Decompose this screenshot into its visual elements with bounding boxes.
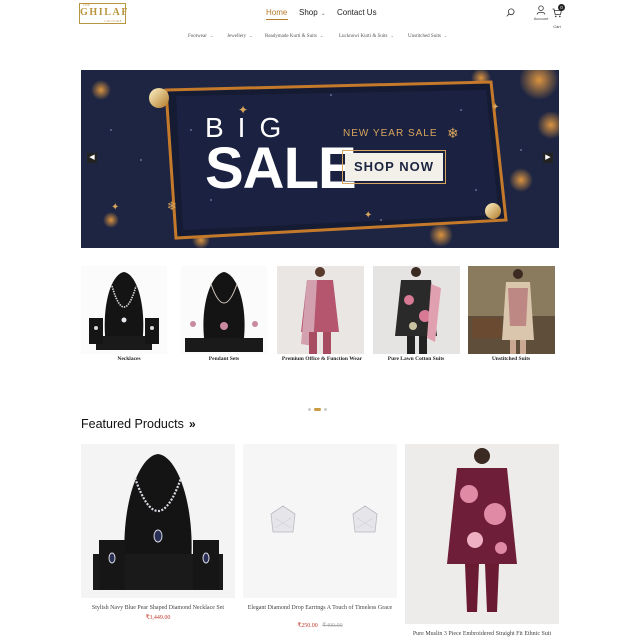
product-image[interactable] <box>405 444 559 624</box>
nav-shop-label: Shop <box>299 8 318 17</box>
svg-text:✦: ✦ <box>491 102 499 113</box>
nav-contact[interactable]: Contact Us <box>337 8 377 17</box>
category-tile-necklaces[interactable] <box>81 266 167 354</box>
catnav-label: Readymade Kurti & Suits <box>265 34 317 39</box>
cart-label: Cart <box>553 24 561 29</box>
category-tile-unstitched[interactable] <box>468 266 555 354</box>
cart-count-badge: 0 <box>558 4 565 11</box>
account-button[interactable]: Account <box>532 5 550 21</box>
category-label[interactable]: Unstitched Suits <box>466 355 556 363</box>
lawn-cotton-image <box>373 266 460 354</box>
chevron-down-icon: ⌄ <box>390 33 394 38</box>
necklace-product-image <box>81 444 235 598</box>
product-price: ₹250.00 ₹400.00 <box>243 622 397 629</box>
carousel-dots <box>308 408 327 411</box>
cart-button[interactable]: 0 Cart <box>550 4 565 29</box>
category-label[interactable]: Pure Lawn Cotton Suits <box>371 355 461 363</box>
catnav-footwear[interactable]: Footwear ⌄ <box>188 33 213 39</box>
double-chevron-right-icon[interactable]: » <box>189 417 196 431</box>
catnav-label: Lucknowi Kurti & Suits <box>339 34 388 39</box>
category-tile-office-wear[interactable] <box>277 266 364 354</box>
catnav-unstitched[interactable]: Unstitched Suits ⌄ <box>408 33 447 39</box>
product-image[interactable] <box>81 444 235 598</box>
catnav-label: Unstitched Suits <box>408 34 441 39</box>
chevron-down-icon: ⌄ <box>319 33 324 38</box>
catnav-readymade[interactable]: Readymade Kurti & Suits ⌄ <box>265 33 323 39</box>
category-nav: Footwear ⌄ Jewellery ⌄ Readymade Kurti & S… <box>0 33 640 45</box>
category-label[interactable]: Necklaces <box>81 355 177 363</box>
category-tile-pendant-sets[interactable] <box>181 266 267 354</box>
hero-banner[interactable]: ✦ ❄ ❄ ✦ ✦ ✦ BIG SALE NEW YEAR SALE SHOP … <box>81 70 559 248</box>
svg-text:✦: ✦ <box>111 202 119 213</box>
carousel-dot[interactable] <box>308 408 311 411</box>
account-label: Account <box>533 16 549 21</box>
chevron-left-icon[interactable]: ◀ <box>87 153 97 163</box>
catnav-lucknowi[interactable]: Lucknowi Kurti & Suits ⌄ <box>339 33 394 39</box>
svg-text:❄: ❄ <box>447 126 459 142</box>
product-price: ₹3,449.00 <box>81 614 235 621</box>
shop-now-label: SHOP NOW <box>345 153 443 181</box>
category-tile-lawn-cotton[interactable] <box>373 266 460 354</box>
product-name[interactable]: Pure Muslin 3 Piece Embroidered Straight… <box>405 630 559 638</box>
shop-now-button[interactable]: SHOP NOW <box>342 150 446 184</box>
category-label[interactable]: Premium Office & Function Wear <box>277 355 367 363</box>
price-current: ₹250.00 <box>297 623 318 629</box>
chevron-down-icon: ⌄ <box>320 11 326 17</box>
svg-text:✦: ✦ <box>364 210 372 221</box>
brand-name: GHILAF <box>80 7 130 18</box>
category-label[interactable]: Pendant Sets <box>176 355 272 363</box>
suit-product-image <box>405 444 559 624</box>
necklace-image <box>81 266 167 354</box>
hero-sale-text: SALE <box>205 136 357 201</box>
catnav-jewellery[interactable]: Jewellery ⌄ <box>227 33 253 39</box>
chevron-down-icon: ⌄ <box>443 33 448 38</box>
product-name[interactable]: Stylish Navy Blue Pear Shaped Diamond Ne… <box>81 604 235 612</box>
site-header: THE GHILAF COUTURE Home Shop ⌄ Contact Us… <box>0 0 640 29</box>
brand-tag: COUTURE <box>104 19 122 23</box>
chevron-down-icon: ⌄ <box>249 33 253 38</box>
product-image[interactable] <box>243 444 397 598</box>
catnav-label: Jewellery <box>227 34 247 39</box>
featured-title: Featured Products <box>81 417 184 431</box>
brand-small: THE <box>83 3 91 7</box>
catnav-label: Footwear <box>188 34 207 39</box>
price-current: ₹3,449.00 <box>145 615 171 621</box>
nav-home[interactable]: Home <box>266 8 287 17</box>
nav-home-underline <box>266 19 288 20</box>
pendant-image <box>181 266 267 354</box>
unstitched-image <box>468 266 555 354</box>
nav-shop[interactable]: Shop ⌄ <box>299 8 326 17</box>
search-icon[interactable] <box>506 8 515 17</box>
carousel-dot-active[interactable] <box>314 408 321 411</box>
brand-logo[interactable]: THE GHILAF COUTURE <box>79 3 130 24</box>
user-icon <box>536 5 546 15</box>
office-wear-image <box>277 266 364 354</box>
chevron-down-icon: ⌄ <box>209 33 214 38</box>
chevron-right-icon[interactable]: ▶ <box>543 153 553 163</box>
svg-text:❄: ❄ <box>167 199 177 213</box>
hero-subtitle: NEW YEAR SALE <box>343 128 438 139</box>
carousel-dot[interactable] <box>324 408 327 411</box>
price-old: ₹400.00 <box>322 623 343 629</box>
earrings-product-image <box>243 444 397 598</box>
product-name[interactable]: Elegant Diamond Drop Earrings A Touch of… <box>243 604 397 612</box>
